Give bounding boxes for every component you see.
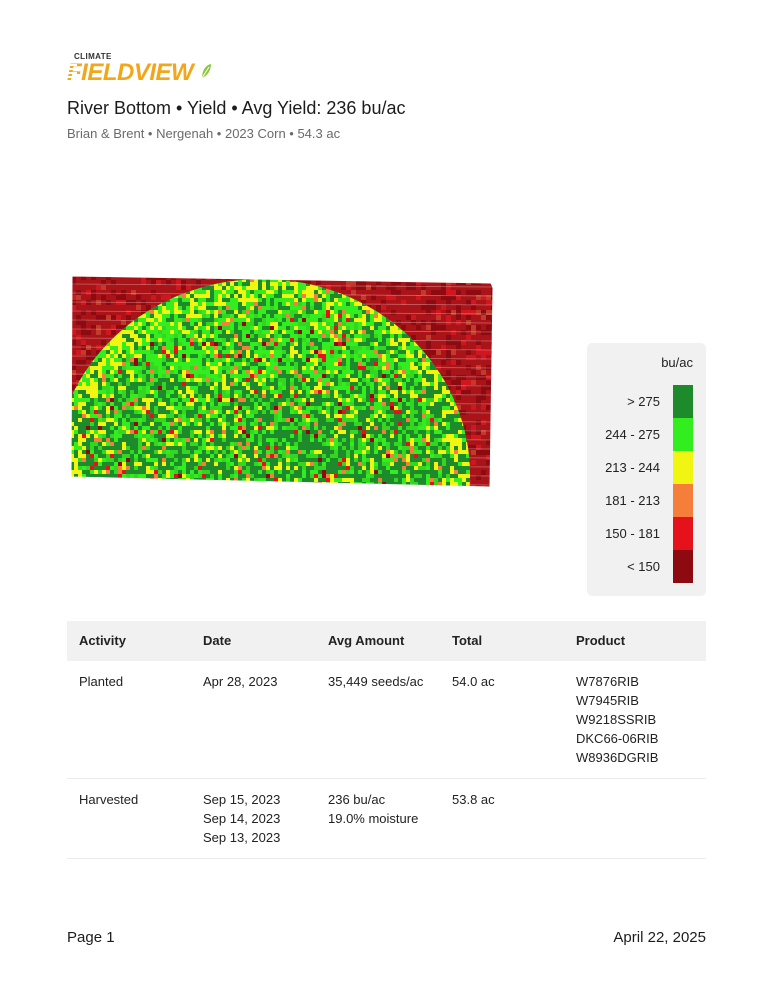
legend-unit: bu/ac	[661, 355, 693, 370]
table-row: Planted Apr 28, 2023 35,449 seeds/ac 54.0 a…	[67, 661, 706, 779]
date-line: Sep 15, 2023	[203, 792, 281, 807]
legend-swatch	[673, 484, 693, 517]
legend-item: 150 - 181	[587, 517, 706, 550]
logo-fieldview-text: FIELDVIEW	[67, 59, 194, 86]
cell-activity: Harvested	[79, 792, 139, 807]
cell-activity: Planted	[79, 674, 124, 689]
product-line: W8936DGRIB	[576, 750, 659, 765]
legend-item: > 275	[587, 385, 706, 418]
leaf-icon	[201, 64, 211, 79]
legend-item: 213 - 244	[587, 451, 706, 484]
amount-line: 19.0% moisture	[328, 811, 419, 826]
legend-swatch	[673, 550, 693, 583]
report-date: April 22, 2025	[613, 929, 706, 946]
fieldview-logo: CLIMATE FIELDVIEW	[67, 52, 217, 86]
date-line: Apr 28, 2023	[203, 674, 278, 689]
legend-label: < 150	[627, 559, 660, 574]
product-line: W7945RIB	[576, 693, 639, 708]
report-title: River Bottom • Yield • Avg Yield: 236 bu…	[67, 98, 406, 118]
cell-product: W7876RIB W7945RIB W9218SSRIB DKC66-06RIB W89…	[576, 672, 658, 767]
yield-map	[70, 275, 494, 488]
legend-item: 181 - 213	[587, 484, 706, 517]
logo-stripes	[67, 64, 77, 80]
legend-swatch	[673, 418, 693, 451]
amount-line: 35,449 seeds/ac	[328, 674, 424, 689]
table-header: Activity Date Avg Amount Total Product	[67, 621, 706, 661]
date-line: Sep 14, 2023	[203, 811, 281, 826]
amount-line: 236 bu/ac	[328, 792, 386, 807]
header-avg-amount: Avg Amount	[328, 633, 405, 648]
page-number: Page 1	[67, 929, 115, 946]
cell-date: Apr 28, 2023	[203, 672, 277, 691]
legend-swatch	[673, 385, 693, 418]
activity-table: Activity Date Avg Amount Total Product P…	[67, 621, 706, 859]
header-date: Date	[203, 633, 232, 648]
legend-label: 181 - 213	[605, 493, 660, 508]
legend-label: 213 - 244	[605, 460, 660, 475]
legend-label: 244 - 275	[605, 427, 660, 442]
legend-label: > 275	[627, 394, 660, 409]
header-total: Total	[452, 633, 483, 648]
yield-legend: bu/ac > 275 244 - 275 213 - 244 181 - 213 15…	[587, 343, 706, 596]
legend-swatch	[673, 517, 693, 550]
legend-swatch	[673, 451, 693, 484]
header-product: Product	[576, 633, 626, 648]
header-activity: Activity	[79, 633, 126, 648]
legend-label: 150 - 181	[605, 526, 660, 541]
cell-date: Sep 15, 2023 Sep 14, 2023 Sep 13, 2023	[203, 790, 280, 847]
cell-avg-amount: 35,449 seeds/ac	[328, 672, 423, 691]
product-line: DKC66-06RIB	[576, 731, 659, 746]
table-row: Harvested Sep 15, 2023 Sep 14, 2023 Sep 13,…	[67, 779, 706, 859]
cell-total: 54.0 ac	[452, 674, 495, 689]
cell-avg-amount: 236 bu/ac 19.0% moisture	[328, 790, 418, 828]
product-line: W9218SSRIB	[576, 712, 657, 727]
legend-item: < 150	[587, 550, 706, 583]
report-subtitle: Brian & Brent • Nergenah • 2023 Corn • 5…	[67, 126, 341, 141]
date-line: Sep 13, 2023	[203, 830, 281, 845]
product-line: W7876RIB	[576, 674, 639, 689]
cell-total: 53.8 ac	[452, 792, 495, 807]
legend-item: 244 - 275	[587, 418, 706, 451]
